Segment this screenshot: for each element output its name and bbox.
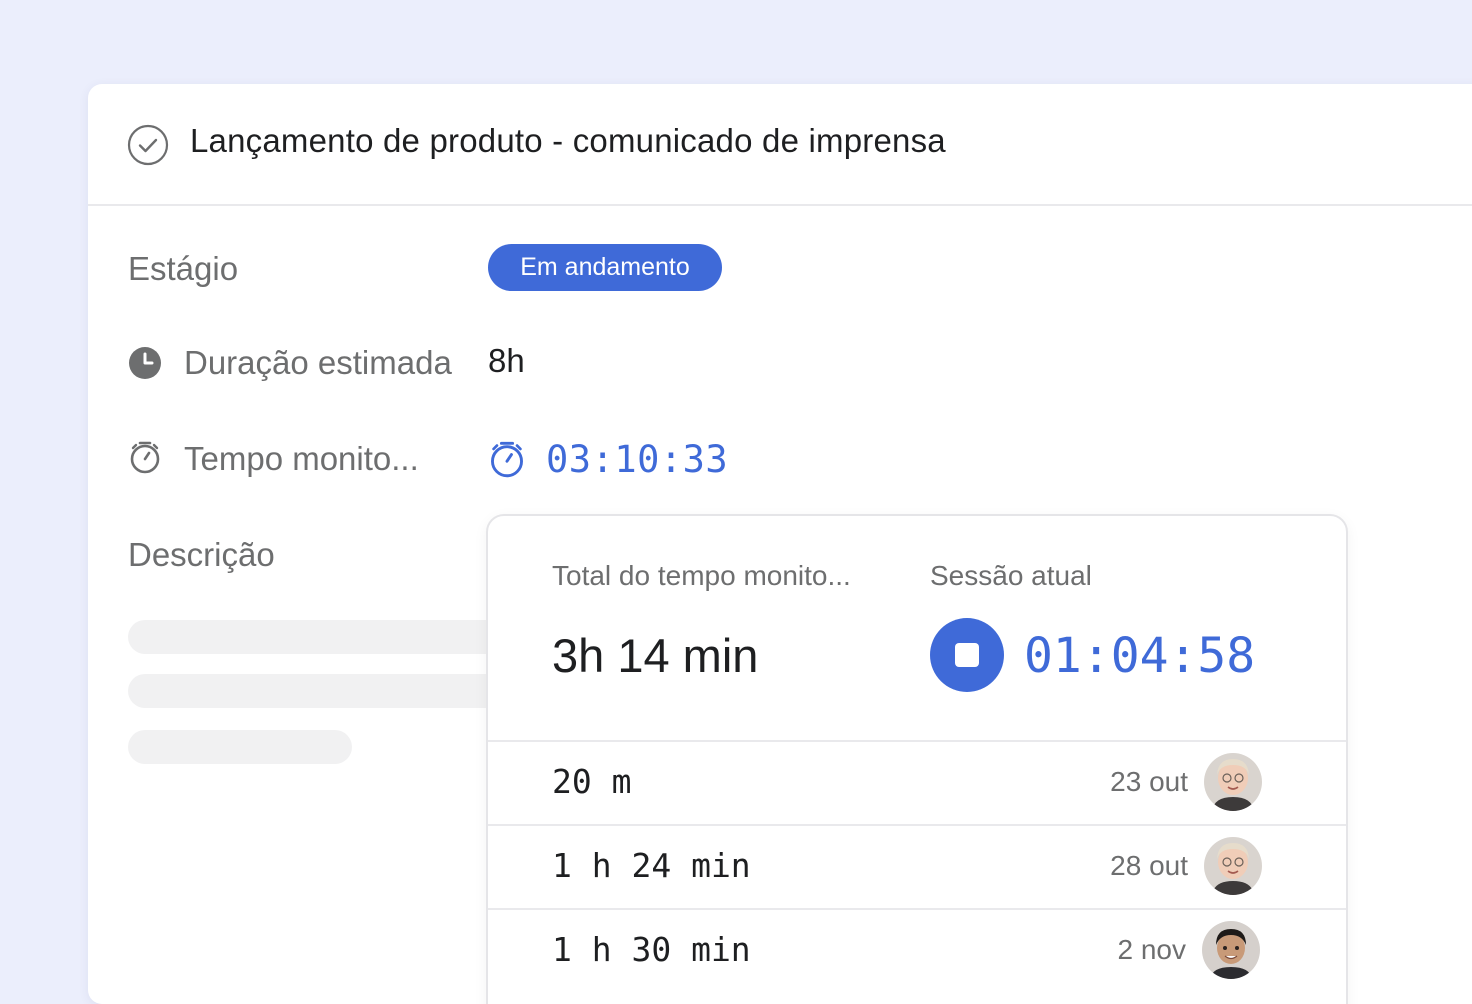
total-time-label: Total do tempo monito... bbox=[552, 560, 851, 591]
entry-duration: 1 h 30 min bbox=[552, 930, 751, 969]
description-label: Descrição bbox=[128, 536, 275, 573]
time-tracking-popover: Total do tempo monito... Sessão atual 3h… bbox=[486, 514, 1348, 1004]
current-session-label: Sessão atual bbox=[930, 560, 1092, 591]
task-title[interactable]: Lançamento de produto - comunicado de im… bbox=[190, 122, 946, 160]
entry-duration: 20 m bbox=[552, 762, 632, 801]
stop-timer-button[interactable] bbox=[930, 618, 1004, 692]
task-card: Lançamento de produto - comunicado de im… bbox=[88, 84, 1472, 1004]
clock-icon bbox=[129, 347, 161, 379]
current-session-timer: 01:04:58 bbox=[1024, 628, 1256, 684]
stop-icon bbox=[955, 643, 979, 667]
tracked-timer[interactable]: 03:10:33 bbox=[546, 438, 728, 481]
user-avatar[interactable] bbox=[1204, 837, 1262, 895]
tracked-label: Tempo monito... bbox=[184, 440, 419, 477]
stage-label: Estágio bbox=[128, 250, 239, 287]
entry-date: 23 out bbox=[1110, 766, 1188, 797]
estimate-value[interactable]: 8h bbox=[488, 342, 525, 380]
stopwatch-active-icon[interactable] bbox=[488, 440, 526, 478]
user-avatar[interactable] bbox=[1202, 921, 1260, 979]
entry-date: 2 nov bbox=[1117, 934, 1187, 965]
time-entry-row[interactable]: 1 h 24 min 28 out bbox=[488, 824, 1346, 908]
time-entry-row[interactable]: 20 m 23 out bbox=[488, 740, 1346, 824]
entry-date: 28 out bbox=[1110, 850, 1188, 881]
stage-badge[interactable]: Em andamento bbox=[488, 244, 722, 291]
description-placeholder-line bbox=[128, 674, 548, 708]
check-circle-icon[interactable] bbox=[127, 124, 169, 166]
time-entry-row[interactable]: 1 h 30 min 2 nov bbox=[488, 908, 1346, 992]
user-avatar[interactable] bbox=[1204, 753, 1262, 811]
estimate-label: Duração estimada bbox=[184, 344, 452, 381]
task-header: Lançamento de produto - comunicado de im… bbox=[88, 84, 1472, 206]
description-placeholder-line bbox=[128, 620, 548, 654]
description-placeholder-line bbox=[128, 730, 352, 764]
entry-duration: 1 h 24 min bbox=[552, 846, 751, 885]
total-time-value: 3h 14 min bbox=[552, 629, 759, 682]
stopwatch-icon bbox=[130, 441, 160, 474]
